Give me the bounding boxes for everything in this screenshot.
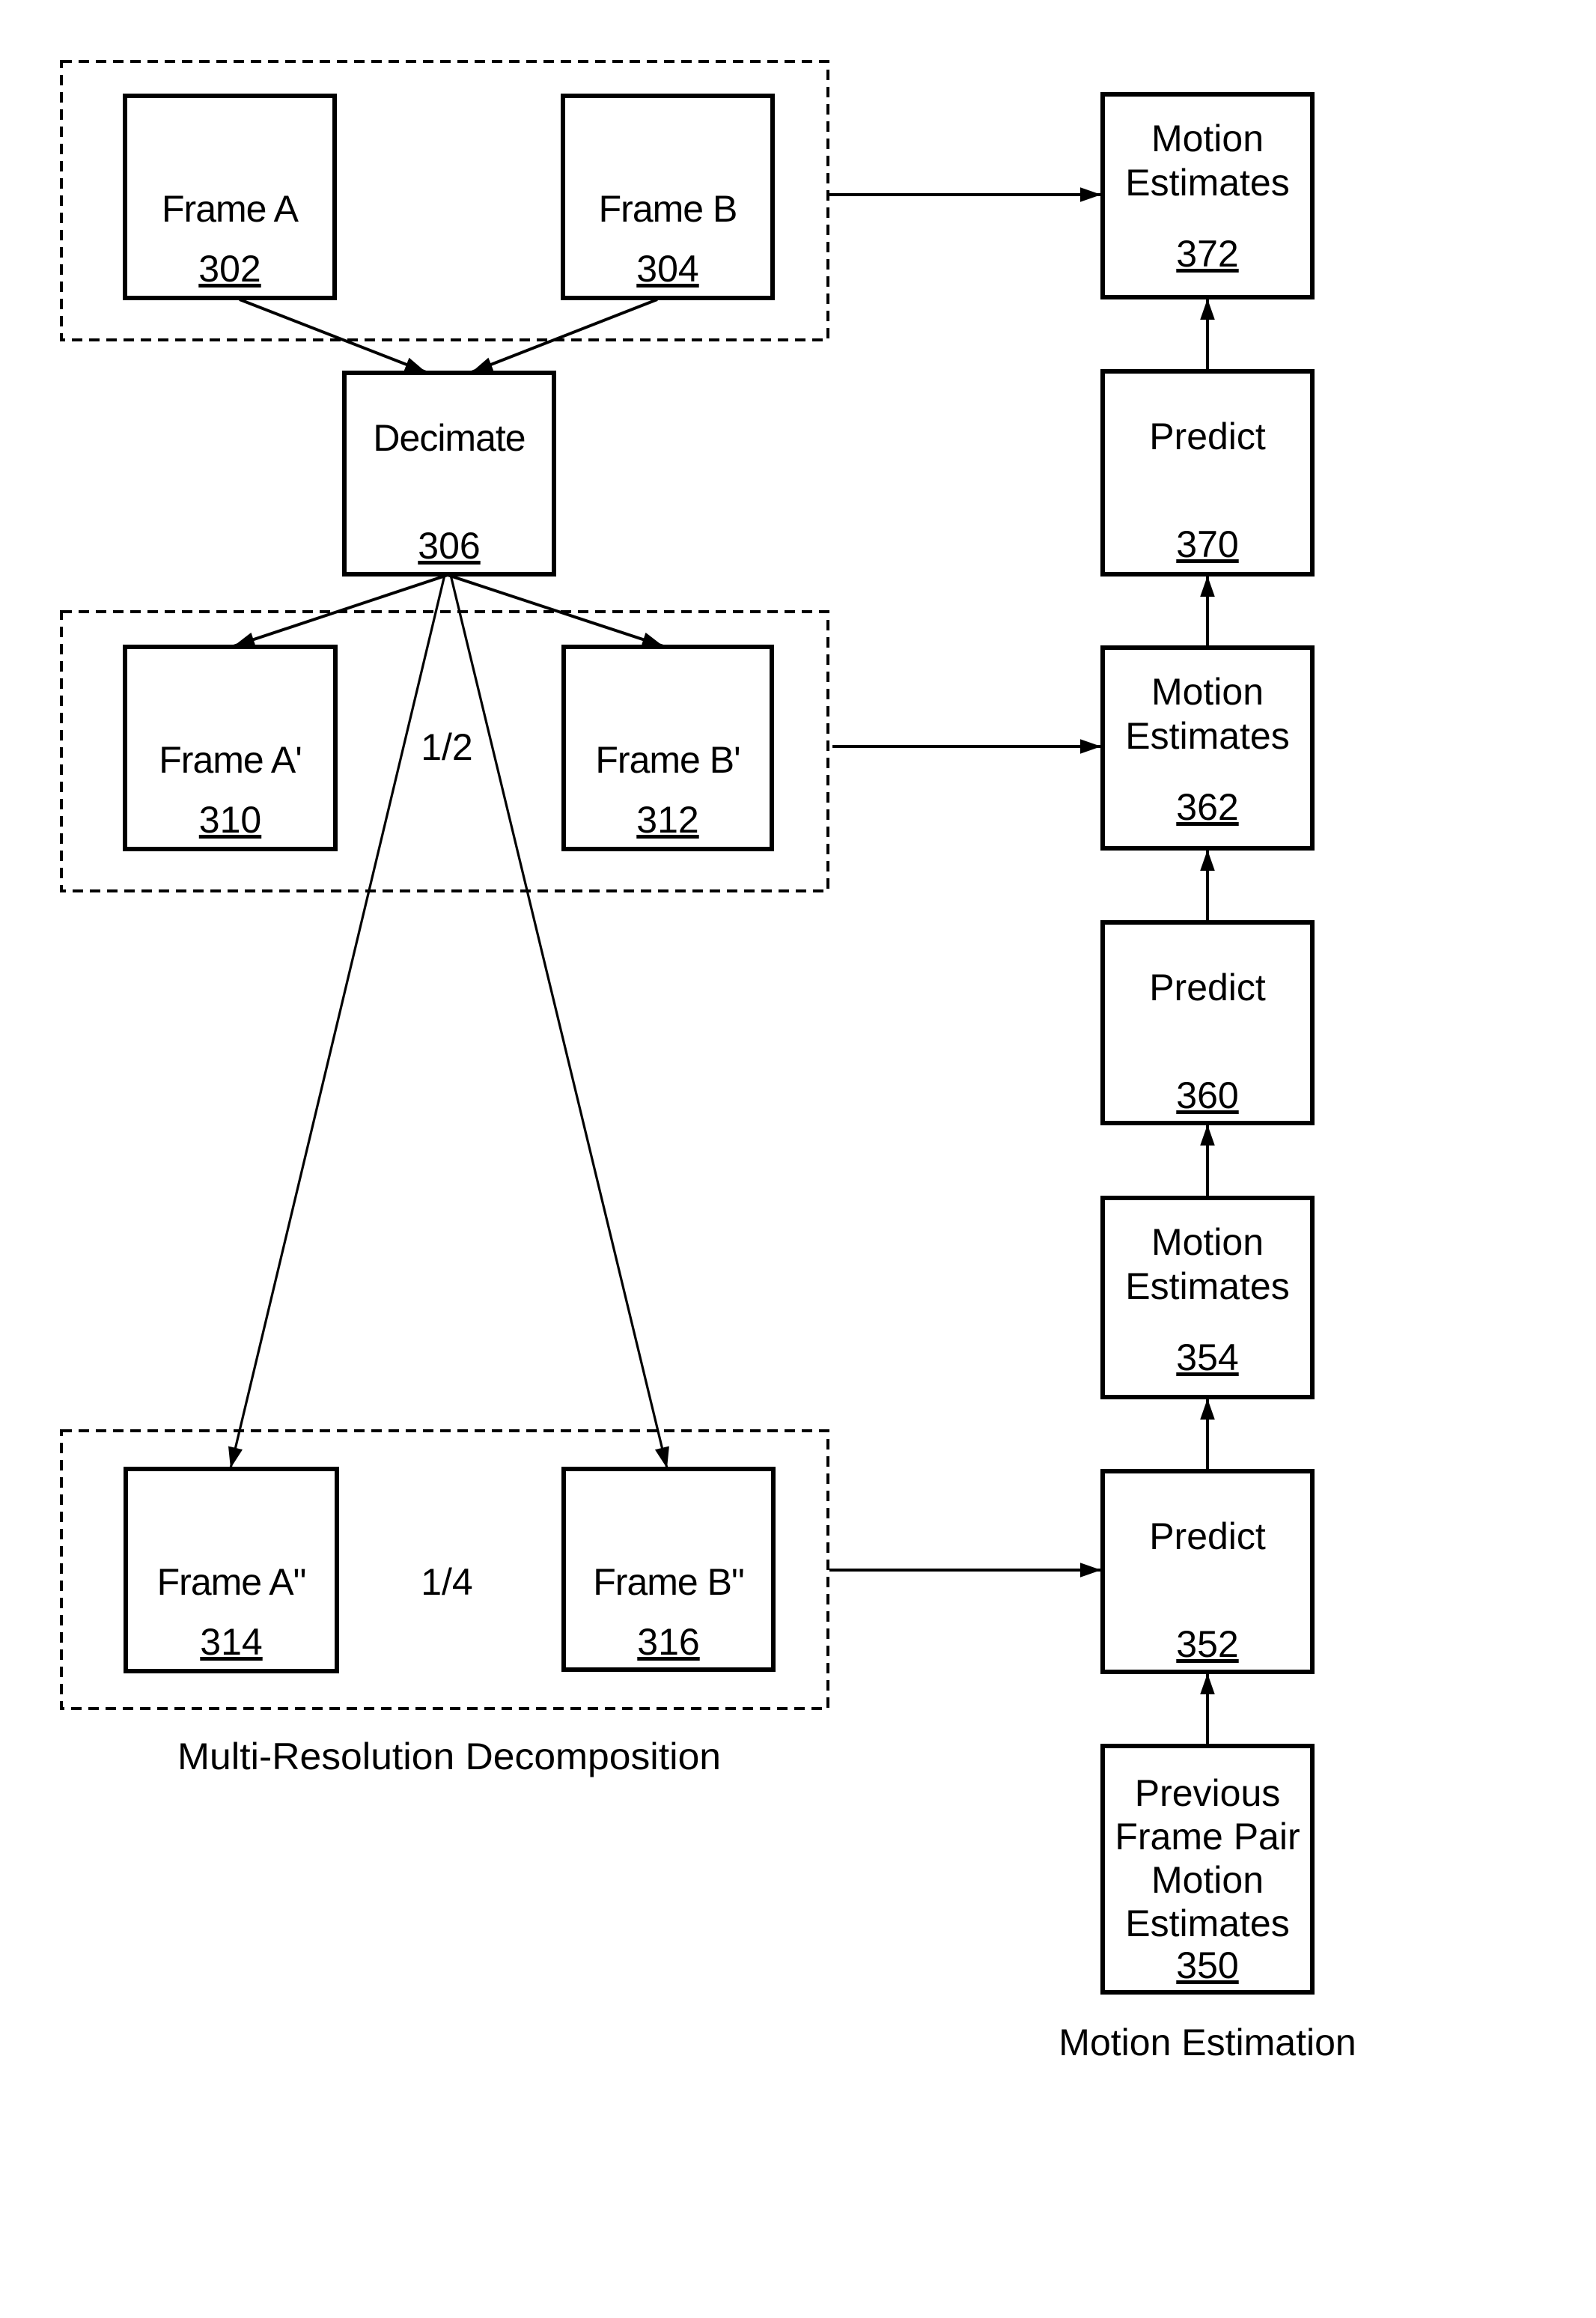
motion-estimation-diagram: Frame A 302 Frame B 304 Decimate 306 Frame A' 3… <box>60 60 1356 2063</box>
node-label-line: Frame B <box>599 188 737 230</box>
node-ref-number: 352 <box>1176 1623 1238 1665</box>
node-label-line: Predict <box>1149 1515 1266 1557</box>
caption-motion-estimation: Motion Estimation <box>1059 2022 1356 2063</box>
node-frame-a: Frame A 302 <box>123 94 337 300</box>
node-label-line: Frame B' <box>595 739 740 781</box>
node-frame-a2: Frame A" 314 <box>124 1467 339 1673</box>
node-label-line: Predict <box>1149 416 1266 457</box>
node-frame-b1: Frame B' 312 <box>561 645 774 851</box>
node-previous-350: PreviousFrame PairMotionEstimates350 <box>1100 1744 1315 1995</box>
node-label-line: Frame A' <box>159 739 302 781</box>
node-predict-352: Predict 352 <box>1100 1469 1315 1674</box>
node-motion-372: MotionEstimates 372 <box>1100 92 1315 299</box>
edge-frame-a-to-decimate <box>239 298 427 374</box>
node-label-line: Predict <box>1149 967 1266 1009</box>
node-label-line: Estimates <box>1125 715 1290 757</box>
node-label-line: Estimates <box>1125 162 1290 204</box>
node-label-line: Motion <box>1151 118 1264 159</box>
node-label-line: Frame Pair <box>1115 1816 1300 1858</box>
node-ref-number: 370 <box>1176 523 1238 565</box>
node-ref-number: 306 <box>418 525 480 567</box>
node-ref-number: 360 <box>1176 1074 1238 1116</box>
node-motion-362: MotionEstimates 362 <box>1100 645 1315 851</box>
node-frame-b: Frame B 304 <box>561 94 775 300</box>
node-decimate: Decimate 306 <box>342 371 556 577</box>
node-ref-number: 314 <box>200 1621 262 1663</box>
node-predict-370: Predict 370 <box>1100 369 1315 577</box>
node-label-line: Frame A" <box>157 1561 306 1603</box>
node-label-line: Motion <box>1151 671 1264 713</box>
node-ref-number: 316 <box>637 1621 699 1663</box>
node-ref-number: 312 <box>636 799 698 841</box>
node-frame-a1: Frame A' 310 <box>123 645 338 851</box>
node-ref-number: 304 <box>636 248 698 290</box>
scale-label-quarter: 1/4 <box>421 1561 473 1603</box>
node-label-line: Motion <box>1151 1859 1264 1901</box>
edge-frame-b-to-decimate <box>471 298 658 374</box>
caption-multi-resolution-decomposition: Multi-Resolution Decomposition <box>177 1736 721 1777</box>
node-motion-354: MotionEstimates 354 <box>1100 1196 1315 1399</box>
node-label-line: Frame B" <box>593 1561 743 1603</box>
node-label-line: Estimates <box>1125 1265 1290 1307</box>
node-label-line: Previous <box>1135 1772 1281 1814</box>
node-label-line: Frame A <box>162 188 299 230</box>
node-ref-number: 354 <box>1176 1336 1238 1378</box>
node-ref-number: 372 <box>1176 233 1238 275</box>
node-frame-b2: Frame B" 316 <box>561 1467 776 1672</box>
node-label-line: Decimate <box>373 417 525 459</box>
scale-label-half: 1/2 <box>421 726 473 768</box>
node-label-line: Motion <box>1151 1221 1264 1263</box>
node-ref-number: 302 <box>198 248 261 290</box>
node-ref-number: 310 <box>199 799 261 841</box>
node-ref-number: 362 <box>1176 786 1238 828</box>
node-ref-number: 350 <box>1176 1944 1238 1986</box>
node-label-line: Estimates <box>1125 1902 1290 1944</box>
node-predict-360: Predict 360 <box>1100 920 1315 1125</box>
